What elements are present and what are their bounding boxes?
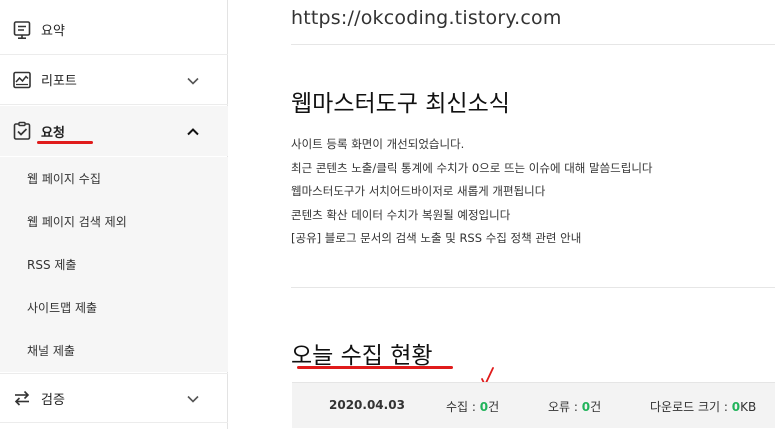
sidebar-subitem-label: 웹 페이지 수집 [27, 172, 101, 186]
chevron-down-icon[interactable] [186, 73, 200, 87]
sidebar-subitem-label: 채널 제출 [27, 344, 75, 358]
annotation-underline [297, 366, 453, 369]
stats-bar: 2020.04.03 수집 : 0건 오류 : 0건 다운로드 크기 : 0KB [292, 382, 775, 428]
sidebar-subitem-label: 사이트맵 제출 [27, 301, 98, 315]
sidebar: 요약 리포트 요청 웹 페이지 수집 웹 페이지 검색 제외 RSS 제출 사이… [0, 0, 228, 429]
stats-error: 오류 : 0건 [548, 398, 601, 415]
sidebar-subitem-rss[interactable]: RSS 제출 [0, 243, 228, 286]
sidebar-subitem-channel[interactable]: 채널 제출 [0, 329, 228, 372]
chevron-up-icon[interactable] [186, 124, 200, 138]
sidebar-subitem-page-collect[interactable]: 웹 페이지 수집 [0, 157, 228, 200]
stats-date: 2020.04.03 [329, 398, 405, 412]
report-chart-icon [11, 69, 33, 91]
sidebar-subitem-label: 웹 페이지 검색 제외 [27, 215, 127, 229]
request-check-icon [11, 120, 33, 142]
stats-collect-label: 수집 : [446, 400, 480, 414]
sidebar-subitem-sitemap[interactable]: 사이트맵 제출 [0, 286, 228, 329]
stats-error-value: 0 [581, 400, 591, 414]
stats-title: 오늘 수집 현황 [291, 343, 433, 369]
chevron-down-icon[interactable] [186, 391, 200, 405]
news-link[interactable]: 콘텐츠 확산 데이터 수치가 복원될 예정입니다 [291, 204, 653, 228]
stats-collect-unit: 건 [488, 400, 500, 414]
sidebar-item-verify[interactable]: 검증 [0, 373, 228, 423]
sidebar-item-summary[interactable]: 요약 [0, 5, 228, 55]
stats-collect: 수집 : 0건 [446, 398, 499, 415]
stats-download: 다운로드 크기 : 0KB [650, 398, 756, 415]
news-link[interactable]: [공유] 블로그 문서의 검색 노출 및 RSS 수집 정책 관련 안내 [291, 227, 653, 251]
annotation-underline [37, 141, 93, 144]
main-content: https://okcoding.tistory.com 웹마스터도구 최신소식… [229, 0, 775, 429]
news-title: 웹마스터도구 최신소식 [291, 91, 510, 117]
sidebar-subitem-page-exclude[interactable]: 웹 페이지 검색 제외 [0, 200, 228, 243]
site-url[interactable]: https://okcoding.tistory.com [291, 7, 562, 29]
page: 요약 리포트 요청 웹 페이지 수집 웹 페이지 검색 제외 RSS 제출 사이… [0, 0, 775, 429]
news-link[interactable]: 웹마스터도구가 서치어드바이저로 새롭게 개편됩니다 [291, 180, 653, 204]
stats-collect-value: 0 [479, 400, 489, 414]
summary-icon [11, 19, 33, 41]
sidebar-item-label: 요약 [41, 24, 65, 39]
verify-swap-icon [11, 387, 33, 409]
stats-download-unit: KB [740, 400, 757, 414]
news-link[interactable]: 최근 콘텐츠 노출/클릭 통계에 수치가 0으로 뜨는 이슈에 대해 말씀드립니… [291, 157, 653, 181]
sidebar-item-request[interactable]: 요청 [0, 106, 228, 156]
sidebar-item-label: 검증 [41, 392, 65, 408]
news-list: 사이트 등록 화면이 개선되었습니다. 최근 콘텐츠 노출/클릭 통계에 수치가… [291, 133, 653, 251]
divider [291, 44, 775, 45]
stats-error-unit: 건 [590, 400, 602, 414]
news-link[interactable]: 사이트 등록 화면이 개선되었습니다. [291, 133, 653, 157]
sidebar-item-label: 리포트 [41, 74, 77, 89]
stats-download-value: 0 [731, 400, 741, 414]
sidebar-subitem-label: RSS 제출 [27, 258, 77, 272]
stats-download-label: 다운로드 크기 : [650, 400, 732, 414]
sidebar-item-label: 요청 [41, 125, 65, 141]
stats-error-label: 오류 : [548, 400, 582, 414]
sidebar-item-report[interactable]: 리포트 [0, 55, 228, 105]
divider [291, 287, 775, 288]
